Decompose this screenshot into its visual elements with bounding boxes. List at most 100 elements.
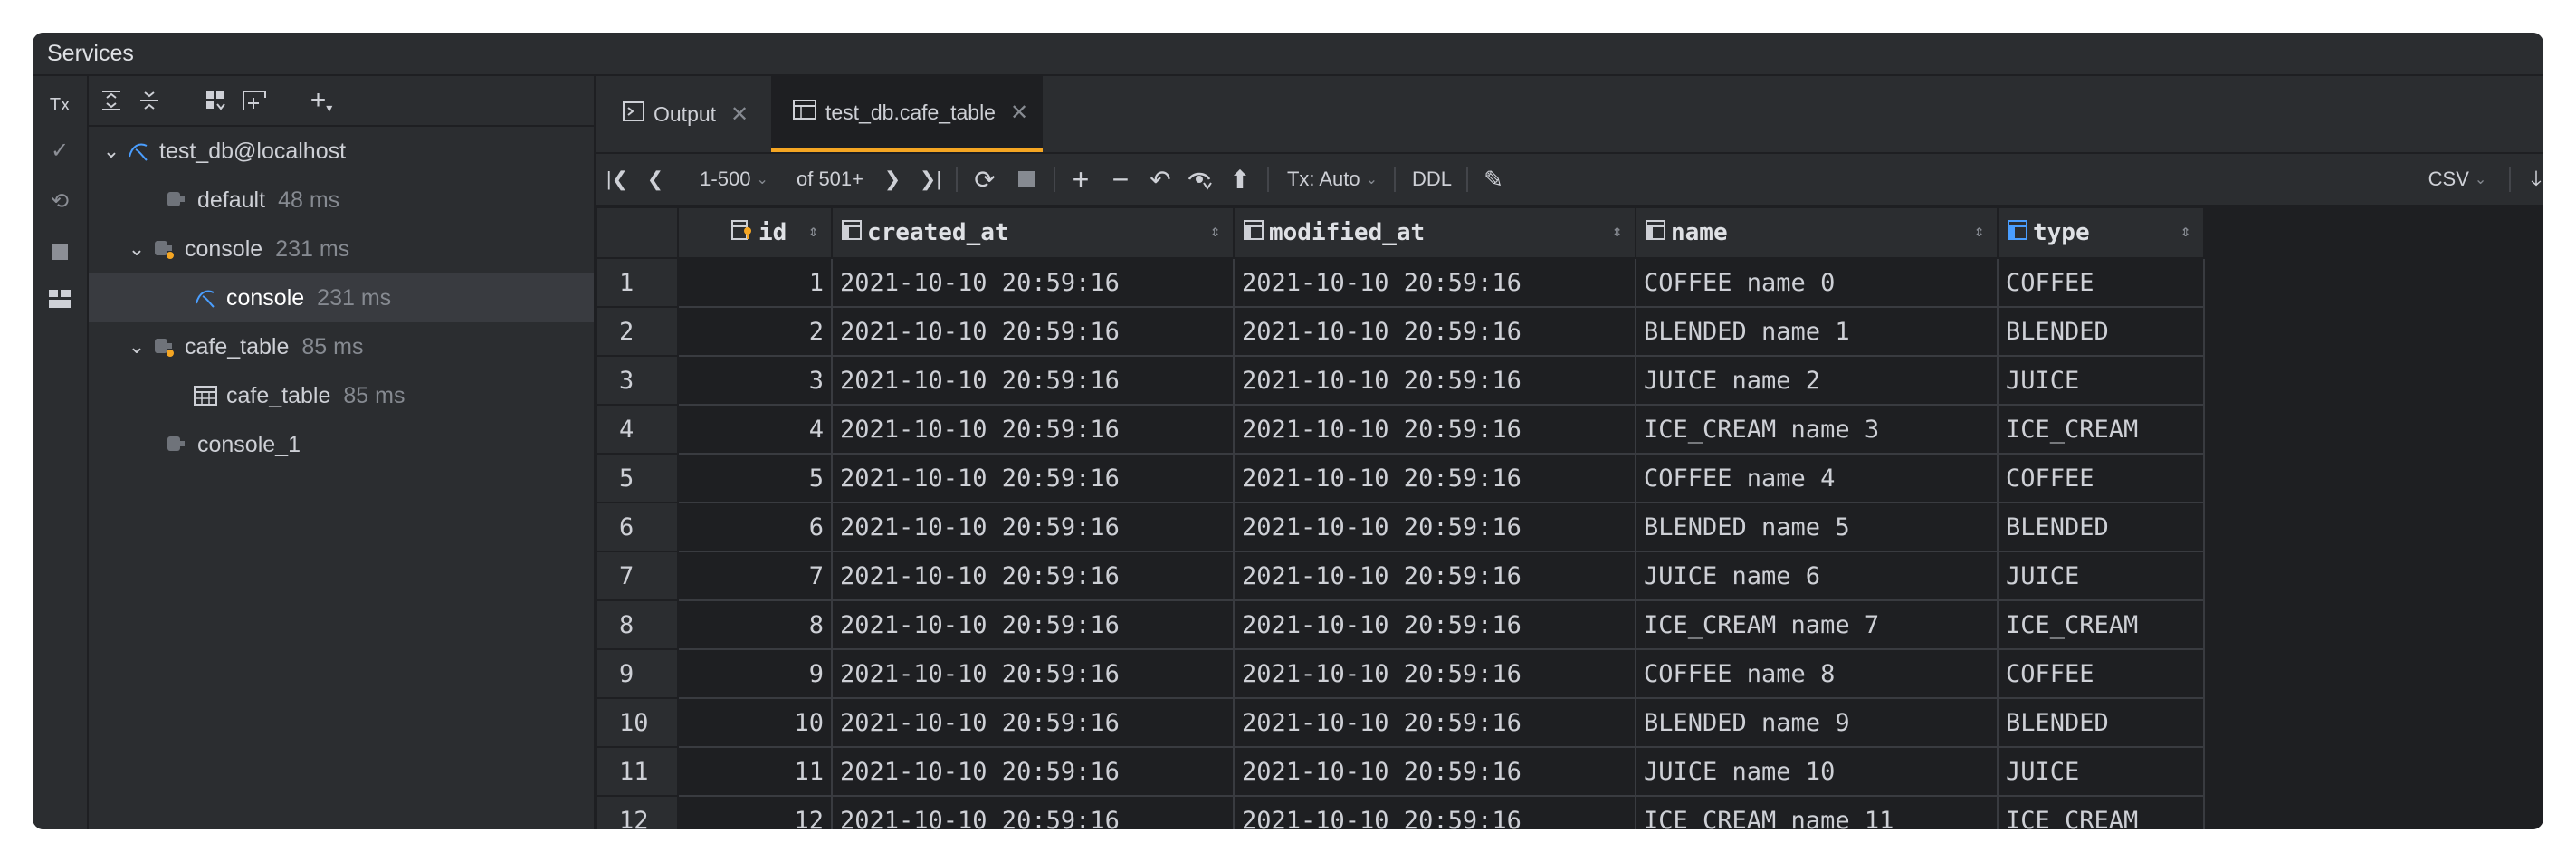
cell-id[interactable]: 1 [677, 257, 833, 308]
sort-icon[interactable]: ⇕ [2180, 222, 2190, 241]
close-icon[interactable]: ✕ [730, 101, 749, 128]
cell-name[interactable]: BLENDED name 9 [1635, 697, 1999, 748]
first-page-icon[interactable]: |❮ [601, 154, 634, 205]
cell-id[interactable]: 5 [677, 453, 833, 503]
cell-type[interactable]: BLENDED [1997, 306, 2205, 357]
cell-name[interactable]: JUICE name 6 [1635, 551, 1999, 601]
cell-created-at[interactable]: 2021-10-10 20:59:16 [831, 306, 1235, 357]
pin-icon[interactable]: ✎ [1475, 154, 1512, 205]
collapse-all-icon[interactable] [132, 83, 167, 118]
row-number[interactable]: 6 [596, 502, 679, 552]
revert-icon[interactable]: ↶ [1142, 154, 1178, 205]
sort-icon[interactable]: ⇕ [1974, 222, 1984, 241]
table-row[interactable]: 4 4 2021-10-10 20:59:16 2021-10-10 20:59:16… [596, 404, 2205, 455]
cell-type[interactable]: BLENDED [1997, 502, 2205, 552]
cell-modified-at[interactable]: 2021-10-10 20:59:16 [1233, 257, 1636, 308]
table-row[interactable]: 9 9 2021-10-10 20:59:16 2021-10-10 20:59:16… [596, 648, 2205, 699]
cell-created-at[interactable]: 2021-10-10 20:59:16 [831, 599, 1235, 650]
table-row[interactable]: 10 10 2021-10-10 20:59:16 2021-10-10 20:59:… [596, 697, 2205, 748]
cell-name[interactable]: COFFEE name 4 [1635, 453, 1999, 503]
submit-icon[interactable]: ⬆ [1222, 154, 1258, 205]
tab-output[interactable]: Output ✕ [596, 76, 755, 152]
stop-query-icon[interactable] [1008, 154, 1045, 205]
cell-created-at[interactable]: 2021-10-10 20:59:16 [831, 746, 1235, 797]
stop-icon[interactable] [43, 235, 76, 268]
cell-created-at[interactable]: 2021-10-10 20:59:16 [831, 355, 1235, 406]
row-number[interactable]: 12 [596, 795, 679, 829]
table-row[interactable]: 1 1 2021-10-10 20:59:16 2021-10-10 20:59:16… [596, 257, 2205, 308]
new-group-icon[interactable] [237, 83, 272, 118]
cell-created-at[interactable]: 2021-10-10 20:59:16 [831, 453, 1235, 503]
tree-item-cafe-table[interactable]: cafe_table 85 ms [89, 371, 594, 420]
cell-created-at[interactable]: 2021-10-10 20:59:16 [831, 551, 1235, 601]
row-number[interactable]: 8 [596, 599, 679, 650]
export-format-dropdown[interactable]: CSV ⌄ [2417, 154, 2498, 205]
chevron-down-icon[interactable]: ⌄ [125, 335, 148, 359]
cell-name[interactable]: COFFEE name 8 [1635, 648, 1999, 699]
table-row[interactable]: 2 2 2021-10-10 20:59:16 2021-10-10 20:59:16… [596, 306, 2205, 357]
cell-name[interactable]: ICE_CREAM name 7 [1635, 599, 1999, 650]
table-row[interactable]: 6 6 2021-10-10 20:59:16 2021-10-10 20:59:16… [596, 502, 2205, 552]
add-row-icon[interactable]: + [1063, 154, 1099, 205]
last-page-icon[interactable]: ❯| [914, 154, 947, 205]
cell-modified-at[interactable]: 2021-10-10 20:59:16 [1233, 306, 1636, 357]
cell-name[interactable]: ICE_CREAM name 3 [1635, 404, 1999, 455]
cell-id[interactable]: 9 [677, 648, 833, 699]
cell-type[interactable]: COFFEE [1997, 648, 2205, 699]
row-number[interactable]: 3 [596, 355, 679, 406]
cell-type[interactable]: JUICE [1997, 355, 2205, 406]
previous-page-icon[interactable]: ❮ [639, 154, 672, 205]
tree-item-console[interactable]: console 231 ms [89, 273, 594, 322]
add-service-icon[interactable]: + ▾ [304, 83, 339, 118]
cell-id[interactable]: 4 [677, 404, 833, 455]
tx-mode-button[interactable]: Tx [43, 89, 76, 121]
cell-created-at[interactable]: 2021-10-10 20:59:16 [831, 502, 1235, 552]
cell-id[interactable]: 2 [677, 306, 833, 357]
column-header-type[interactable]: type ⇕ [1997, 206, 2205, 259]
commit-icon[interactable]: ✓ [43, 134, 76, 167]
chevron-down-icon[interactable]: ⌄ [125, 237, 148, 261]
row-number[interactable]: 10 [596, 697, 679, 748]
cell-modified-at[interactable]: 2021-10-10 20:59:16 [1233, 746, 1636, 797]
delete-row-icon[interactable]: − [1102, 154, 1139, 205]
cell-id[interactable]: 7 [677, 551, 833, 601]
cell-modified-at[interactable]: 2021-10-10 20:59:16 [1233, 502, 1636, 552]
cell-type[interactable]: ICE_CREAM [1997, 404, 2205, 455]
table-row[interactable]: 11 11 2021-10-10 20:59:16 2021-10-10 20:59:… [596, 746, 2205, 797]
cell-modified-at[interactable]: 2021-10-10 20:59:16 [1233, 697, 1636, 748]
cell-name[interactable]: JUICE name 10 [1635, 746, 1999, 797]
row-number[interactable]: 4 [596, 404, 679, 455]
group-by-icon[interactable] [199, 83, 234, 118]
tree-item-test-db[interactable]: ⌄ test_db@localhost [89, 127, 594, 176]
column-header-id[interactable]: id ⇕ [677, 206, 833, 259]
cell-id[interactable]: 3 [677, 355, 833, 406]
tree-item-default[interactable]: default 48 ms [89, 176, 594, 225]
cell-created-at[interactable]: 2021-10-10 20:59:16 [831, 697, 1235, 748]
cell-id[interactable]: 10 [677, 697, 833, 748]
tx-mode-dropdown[interactable]: Tx: Auto ⌄ [1278, 154, 1387, 205]
cell-modified-at[interactable]: 2021-10-10 20:59:16 [1233, 551, 1636, 601]
table-row[interactable]: 3 3 2021-10-10 20:59:16 2021-10-10 20:59:16… [596, 355, 2205, 406]
row-number[interactable]: 5 [596, 453, 679, 503]
cell-modified-at[interactable]: 2021-10-10 20:59:16 [1233, 648, 1636, 699]
close-icon[interactable]: ✕ [1010, 100, 1028, 126]
preview-changes-icon[interactable] [1182, 154, 1218, 205]
table-row[interactable]: 5 5 2021-10-10 20:59:16 2021-10-10 20:59:16… [596, 453, 2205, 503]
export-icon[interactable]: ⤓ [2518, 154, 2543, 205]
row-number[interactable]: 1 [596, 257, 679, 308]
cell-name[interactable]: ICE_CREAM name 11 [1635, 795, 1999, 829]
cell-type[interactable]: BLENDED [1997, 697, 2205, 748]
table-row[interactable]: 12 12 2021-10-10 20:59:16 2021-10-10 20:59:… [596, 795, 2205, 829]
tree-item-console-session[interactable]: ⌄ console 231 ms [89, 225, 594, 273]
chevron-down-icon[interactable]: ⌄ [100, 139, 123, 163]
refresh-icon[interactable]: ⟳ [967, 154, 1003, 205]
cell-modified-at[interactable]: 2021-10-10 20:59:16 [1233, 599, 1636, 650]
cell-id[interactable]: 11 [677, 746, 833, 797]
cell-name[interactable]: JUICE name 2 [1635, 355, 1999, 406]
cell-name[interactable]: BLENDED name 1 [1635, 306, 1999, 357]
row-number[interactable]: 2 [596, 306, 679, 357]
sort-icon[interactable]: ⇕ [1210, 222, 1220, 241]
cell-name[interactable]: COFFEE name 0 [1635, 257, 1999, 308]
ddl-button[interactable]: DDL [1405, 154, 1459, 205]
cell-id[interactable]: 12 [677, 795, 833, 829]
